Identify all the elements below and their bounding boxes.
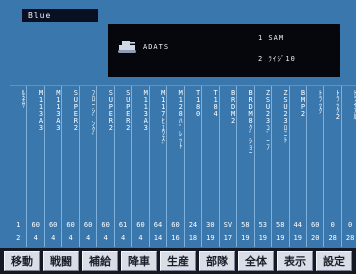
unit-strength-value: 24 <box>188 221 198 229</box>
tank-icon <box>118 40 136 54</box>
unit-name-label: ﾌﾛｰｼﾞﾝｸﾞ <box>89 89 98 139</box>
unit-strength-value: 1 <box>16 221 21 229</box>
unit-name-label: BMP2 <box>298 89 307 117</box>
unit-number-value: 18 <box>188 234 198 242</box>
unit-column[interactable]: ﾄﾗｲｱﾙ 0 28 <box>342 86 356 247</box>
unit-number-value: 19 <box>293 234 302 242</box>
unit-strength-value: 58 <box>241 221 250 229</box>
unit-column[interactable]: T184 30 19 <box>202 86 220 247</box>
menu-button[interactable]: 補給 <box>82 251 118 271</box>
unit-column[interactable]: M113A3 60 4 <box>27 86 45 247</box>
unit-number-value: 17 <box>223 234 233 242</box>
unit-strength-value: 30 <box>206 221 215 229</box>
unit-column[interactable]: ﾄﾗｯｸ2 0 28 <box>324 86 342 247</box>
unit-name-label: M117ﾋｭｳｽﾞ <box>159 89 168 148</box>
menu-button[interactable]: 生産 <box>160 251 196 271</box>
menu-button[interactable]: 表示 <box>277 251 313 271</box>
unit-name-label: M113A3 <box>54 89 63 131</box>
unit-roster-grid: ﾙﾈｻ 1 2 M113A3 60 4 M113A3 60 4 SUPER2 60 4 ﾌﾛｰｼﾞﾝｸﾞ… <box>10 85 356 247</box>
unit-strength-value: 60 <box>66 221 75 229</box>
weapon-line-1: 1 SAM <box>258 34 285 42</box>
unit-column[interactable]: SUPER2 60 4 <box>62 86 80 247</box>
unit-name-label: ﾄﾗｲｱﾙ <box>351 89 356 119</box>
unit-name-label: SUPER2 <box>71 89 80 131</box>
unit-strength-value: 60 <box>48 221 58 229</box>
unit-number-value: 28 <box>345 234 355 242</box>
unit-strength-value: 0 <box>348 221 353 229</box>
unit-column[interactable]: ZSU23ﾛﾆﾄ 58 19 <box>272 86 290 247</box>
unit-number-value: 4 <box>103 234 108 242</box>
unit-strength-value: 60 <box>136 221 145 229</box>
unit-number-value: 14 <box>153 234 163 242</box>
unit-name-label: BRDM2 <box>229 89 238 124</box>
unit-name-label: ﾙﾈｻ <box>19 89 28 107</box>
unit-column[interactable]: ZSU23ｺﾞｰﾌ 53 19 <box>255 86 273 247</box>
unit-column[interactable]: SUPER2 60 4 <box>97 86 115 247</box>
unit-name-label: BRDM8ｸﾞｼｮｰ <box>246 89 255 155</box>
unit-info-panel: ADATS 1 SAM 2 ﾗｲｼﾞ10 <box>108 24 340 77</box>
unit-strength-value: 61 <box>118 221 128 229</box>
unit-column[interactable]: ﾌﾛｰｼﾞﾝｸﾞ 60 4 <box>80 86 98 247</box>
unit-column[interactable]: M113A3 60 4 <box>45 86 63 247</box>
unit-number-value: 4 <box>68 234 73 242</box>
unit-name-label: T184 <box>211 89 220 117</box>
unit-strength-value: 60 <box>83 221 93 229</box>
unit-number-value: 28 <box>328 234 337 242</box>
unit-column[interactable]: M117ﾋｭｳｽﾞ 64 14 <box>150 86 168 247</box>
unit-column[interactable]: T180 24 18 <box>185 86 203 247</box>
unit-column[interactable]: M113A3 60 4 <box>132 86 150 247</box>
unit-column[interactable]: BRDM2 SV 17 <box>220 86 238 247</box>
command-menu-bar: 移動 戦闘 補給 降車 生産 部隊 全体 表示 設定 <box>0 248 356 274</box>
unit-strength-value: 0 <box>330 221 335 229</box>
unit-column[interactable]: ﾙﾈｻ 1 2 <box>10 86 28 247</box>
unit-name-label: ZSU23ｺﾞｰﾌ <box>264 89 273 149</box>
unit-strength-value: 53 <box>258 221 268 229</box>
menu-button[interactable]: 設定 <box>316 251 352 271</box>
unit-number-value: 19 <box>276 234 285 242</box>
unit-strength-value: 60 <box>171 221 180 229</box>
unit-number-value: 16 <box>171 234 180 242</box>
menu-button[interactable]: 部隊 <box>199 251 235 271</box>
unit-strength-value: 60 <box>310 221 320 229</box>
game-screen: Blue ADATS 1 SAM 2 ﾗｲｼﾞ10 ﾙﾈｻ 1 2 M113A3 60 4… <box>0 0 356 274</box>
unit-name-label: SUPER2 <box>106 89 115 131</box>
unit-column[interactable]: BMP2 44 19 <box>290 86 307 247</box>
unit-name-label: ZSU23ﾛﾆﾄ <box>281 89 290 142</box>
menu-button[interactable]: 全体 <box>238 251 274 271</box>
unit-column[interactable]: M128ﾊﾟﾚｯﾄ 60 16 <box>167 86 185 247</box>
unit-strength-value: 60 <box>31 221 40 229</box>
menu-button[interactable]: 戦闘 <box>43 251 79 271</box>
unit-strength-value: SV <box>223 221 233 229</box>
unit-name-label: M113A3 <box>36 89 45 131</box>
unit-column[interactable]: SUPER2 61 4 <box>115 86 133 247</box>
unit-number-value: 2 <box>16 234 21 242</box>
unit-number-value: 4 <box>51 234 56 242</box>
unit-number-value: 4 <box>33 234 38 242</box>
unit-name-label: ﾄﾗｯｸ2 <box>333 89 342 120</box>
unit-number-value: 19 <box>241 234 250 242</box>
unit-name-label: M113A3 <box>141 89 150 131</box>
unit-number-value: 4 <box>120 234 126 242</box>
unit-strength-value: 44 <box>293 221 302 229</box>
unit-column[interactable]: BRDM8ｸﾞｼｮｰ 58 19 <box>237 86 255 247</box>
unit-strength-value: 64 <box>153 221 163 229</box>
unit-name-label: M128ﾊﾟﾚｯﾄ <box>176 89 185 148</box>
unit-number-value: 20 <box>310 234 320 242</box>
unit-strength-value: 60 <box>101 221 110 229</box>
menu-button[interactable]: 降車 <box>121 251 157 271</box>
unit-number-value: 4 <box>138 234 143 242</box>
unit-name-label: SUPER2 <box>124 89 133 131</box>
unit-number-value: 19 <box>258 234 268 242</box>
unit-name-label: ﾄﾗｯｸ <box>316 89 325 113</box>
unit-strength-value: 58 <box>276 221 285 229</box>
unit-name: ADATS <box>143 43 170 51</box>
unit-number-value: 19 <box>206 234 215 242</box>
unit-name-label: T180 <box>194 89 203 117</box>
unit-number-value: 4 <box>86 234 91 242</box>
menu-button[interactable]: 移動 <box>4 251 40 271</box>
side-label[interactable]: Blue <box>22 9 98 22</box>
weapon-line-2: 2 ﾗｲｼﾞ10 <box>258 55 296 63</box>
unit-column[interactable]: ﾄﾗｯｸ 60 20 <box>307 86 325 247</box>
